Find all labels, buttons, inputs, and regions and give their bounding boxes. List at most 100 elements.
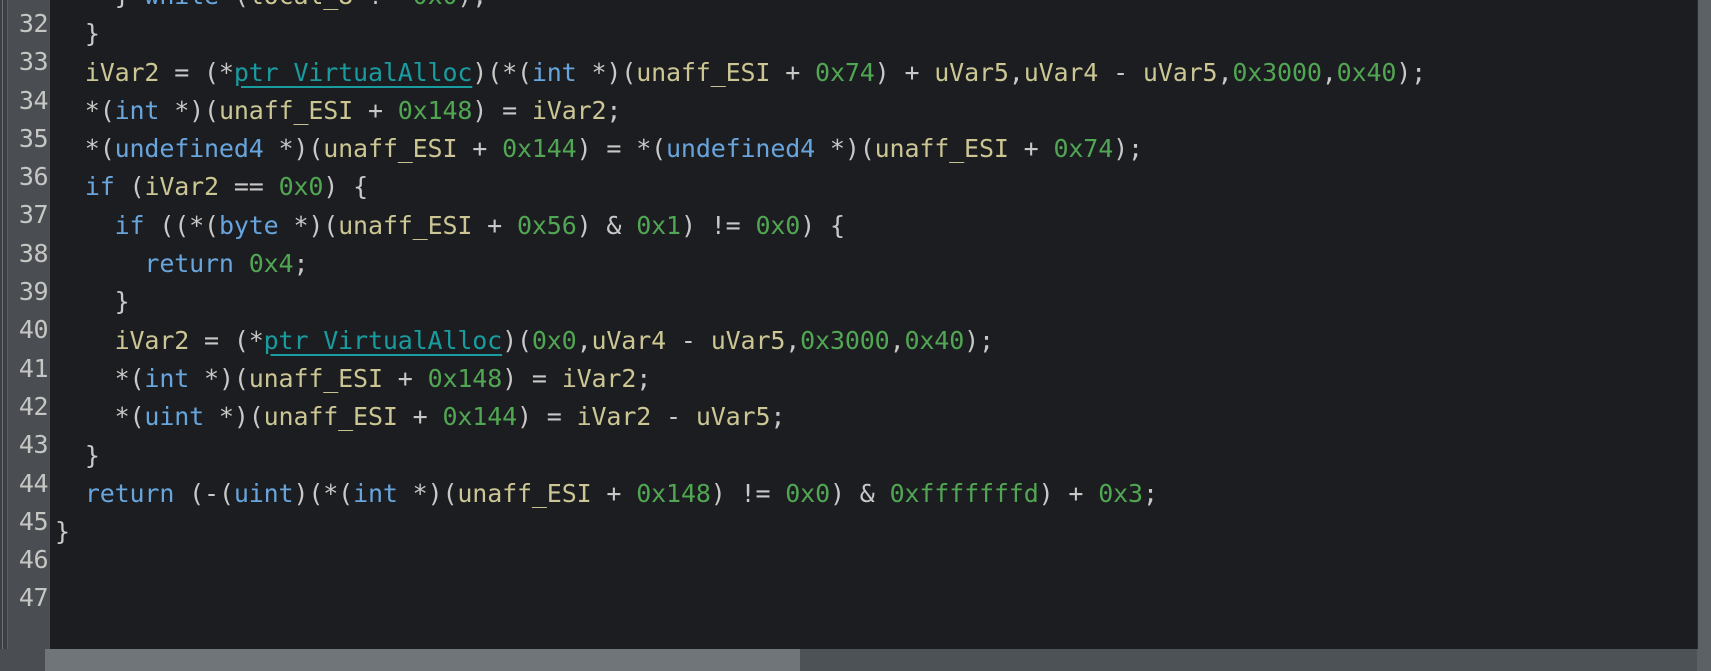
code-line[interactable]: return 0x4; [55,245,1697,283]
code-token: ) + [1038,478,1099,508]
code-token: iVar2 [576,402,652,432]
code-token: + [397,402,443,432]
marker-margin-bar[interactable] [0,0,8,649]
code-token: + [1008,134,1054,164]
code-token: uint [233,478,294,508]
code-token: int [353,478,398,508]
code-token: unaff_ESI [218,95,354,125]
code-token: + [770,57,816,87]
line-number: 44 [18,468,49,498]
code-line[interactable]: } [55,513,1697,551]
code-token: 0x1 [636,210,681,240]
vertical-scrollbar[interactable] [1697,0,1711,649]
code-line[interactable]: iVar2 = (*ptr_VirtualAlloc)(0x0,uVar4 - … [55,322,1697,360]
line-number: 32 [18,9,49,38]
code-token: unaff_ESI [263,402,398,432]
code-token: 0xfffffffd [889,478,1039,508]
code-token: ; [770,402,786,432]
code-token: *( [55,95,115,125]
code-token: } [84,440,100,470]
code-token: , [576,325,592,355]
code-token: unaff_ESI [457,478,592,508]
code-token: return [144,249,234,279]
code-token: unaff_ESI [636,57,771,87]
code-line[interactable]: *(int *)(unaff_ESI + 0x148) = iVar2; [55,92,1697,130]
code-token: *( [55,134,115,164]
code-line[interactable]: iVar2 = (*ptr_VirtualAlloc)(*(int *)(una… [55,54,1697,92]
code-token: *)( [397,478,458,508]
code-token: ((*( [144,210,219,240]
code-token: *)( [576,57,637,87]
code-token: ) = [472,95,532,125]
code-token: 0x0 [755,210,801,240]
code-token: )(*( [472,57,532,87]
code-token: unaff_ESI [323,134,458,164]
code-token: 0x0 [413,0,458,10]
code-token: iVar2 [144,172,219,202]
code-token: int [144,363,190,393]
code-token: ) { [800,210,845,240]
code-token: iVar2 [561,363,637,393]
code-token: unaff_ESI [338,210,473,240]
line-number: 47 [18,583,49,613]
code-token: != [353,0,413,10]
code-token: if [84,172,115,202]
code-token: *)( [159,95,219,125]
code-line[interactable]: if ((*(byte *)(unaff_ESI + 0x56) & 0x1) … [55,207,1697,245]
code-token: uVar4 [1023,57,1099,87]
code-line[interactable]: } [55,15,1697,53]
code-token: = (* [159,57,234,87]
horizontal-scrollbar-thumb[interactable] [45,649,800,671]
code-token: if [114,210,145,240]
code-line[interactable] [55,551,1697,589]
horizontal-scrollbar[interactable] [0,649,1711,671]
code-token: 0x56 [517,210,577,240]
code-token: return [84,478,175,508]
code-token: iVar2 [84,57,160,87]
code-token: ) { [323,172,368,202]
code-token: ptr_VirtualAlloc [263,325,503,355]
code-token: 0x74 [815,57,875,87]
code-token: *( [55,402,145,432]
code-line[interactable]: if (iVar2 == 0x0) { [55,168,1697,206]
code-line[interactable]: *(int *)(unaff_ESI + 0x148) = iVar2; [55,360,1697,398]
code-token: 0x0 [531,325,577,355]
code-token: 0x0 [278,172,324,202]
code-token: ) & [576,210,637,240]
editor-body: 32 33 34 35 36 37 38 39 40 41 42 43 44 45 46 47 } while… [0,0,1711,649]
code-token: iVar2 [531,95,607,125]
code-line[interactable]: return (-(uint)(*(int *)(unaff_ESI + 0x1… [55,475,1697,513]
code-line[interactable]: *(uint *)(unaff_ESI + 0x144) = iVar2 - u… [55,398,1697,436]
code-token: } [55,517,70,547]
code-token: 0x148 [427,363,503,393]
scrollbar-corner-left [0,649,45,671]
code-token: )( [502,325,532,355]
code-token: ) = [517,402,577,432]
code-token: ); [1113,134,1143,164]
code-line[interactable]: } [55,437,1697,475]
code-viewport[interactable]: } while (local_8 != 0x0); } iVar2 = (*pt… [52,0,1697,649]
code-token: uVar5 [695,402,771,432]
code-token: + [457,134,503,164]
code-token: 0x144 [502,134,577,164]
horizontal-scrollbar-track[interactable] [800,649,1697,671]
code-token: uVar5 [710,325,786,355]
line-number: 33 [18,47,49,77]
line-number: 39 [18,277,49,307]
scrollbar-corner-right [1697,649,1711,671]
code-line[interactable]: *(undefined4 *)(unaff_ESI + 0x144) = *(u… [55,130,1697,168]
code-token: 0x3 [1098,478,1143,508]
line-number: 40 [18,315,49,345]
code-line[interactable]: } [55,283,1697,321]
decompiler-window: 32 33 34 35 36 37 38 39 40 41 42 43 44 45 46 47 } while… [0,0,1711,671]
code-token: *)( [278,210,339,240]
line-number: 36 [18,162,49,192]
code-line[interactable]: } while (local_8 != 0x0); [55,0,1697,15]
line-number: 42 [18,391,49,421]
code-token: (-( [174,478,234,508]
